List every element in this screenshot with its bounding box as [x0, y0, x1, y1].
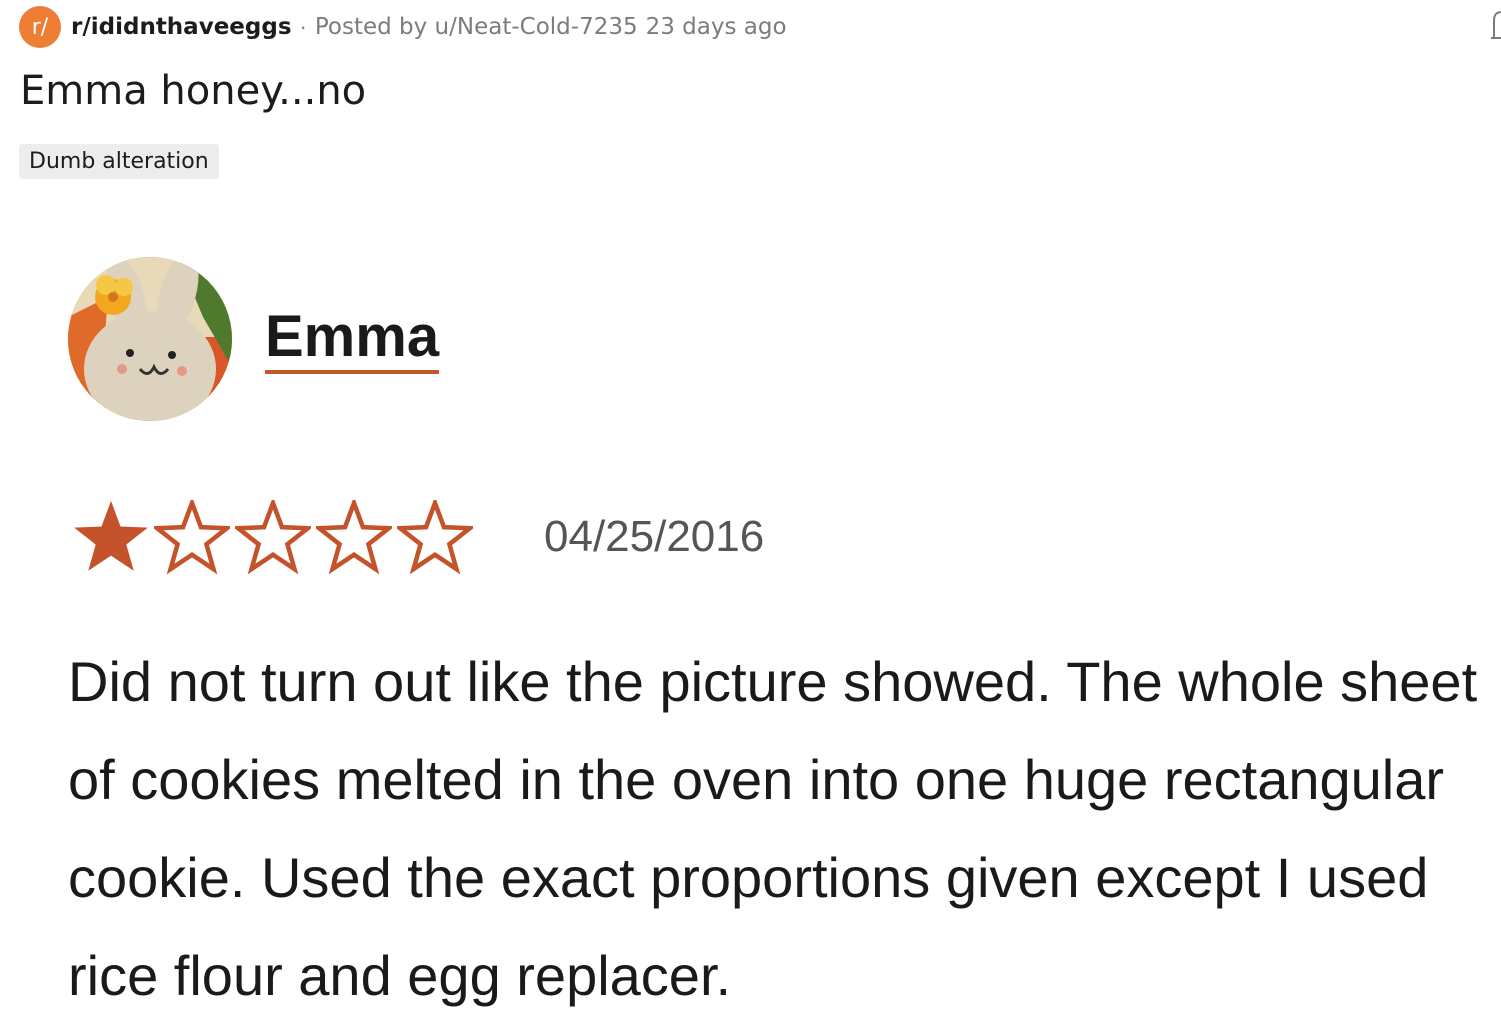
post-age: 23 days ago [645, 14, 787, 40]
subreddit-icon[interactable]: r/ [19, 6, 61, 48]
star-filled-icon [74, 500, 148, 571]
star-rating [73, 500, 478, 576]
meta-separator: · [299, 14, 307, 39]
subreddit-name[interactable]: r/ididnthaveeggs [71, 14, 292, 40]
star-outline-icon [235, 500, 311, 575]
reviewer-name[interactable]: Emma [265, 304, 440, 374]
star-outline-icon [154, 500, 230, 575]
reddit-post: r/ r/ididnthaveeggs · Posted by u/Neat-C… [0, 0, 1501, 1033]
post-flair[interactable]: Dumb alteration [19, 144, 219, 179]
post-header: r/ r/ididnthaveeggs · Posted by u/Neat-C… [19, 6, 787, 48]
star-outline-icon [397, 500, 473, 575]
post-title[interactable]: Emma honey...no [20, 68, 366, 114]
review-text: Did not turn out like the picture showed… [68, 650, 1478, 1007]
bunny-sandwich-avatar-icon [68, 257, 232, 421]
reviewer-avatar [68, 257, 232, 421]
share-icon[interactable] [1491, 10, 1501, 40]
review-date: 04/25/2016 [544, 512, 765, 561]
posted-by[interactable]: Posted by u/Neat-Cold-7235 [315, 14, 638, 40]
star-outline-icon [316, 500, 392, 575]
